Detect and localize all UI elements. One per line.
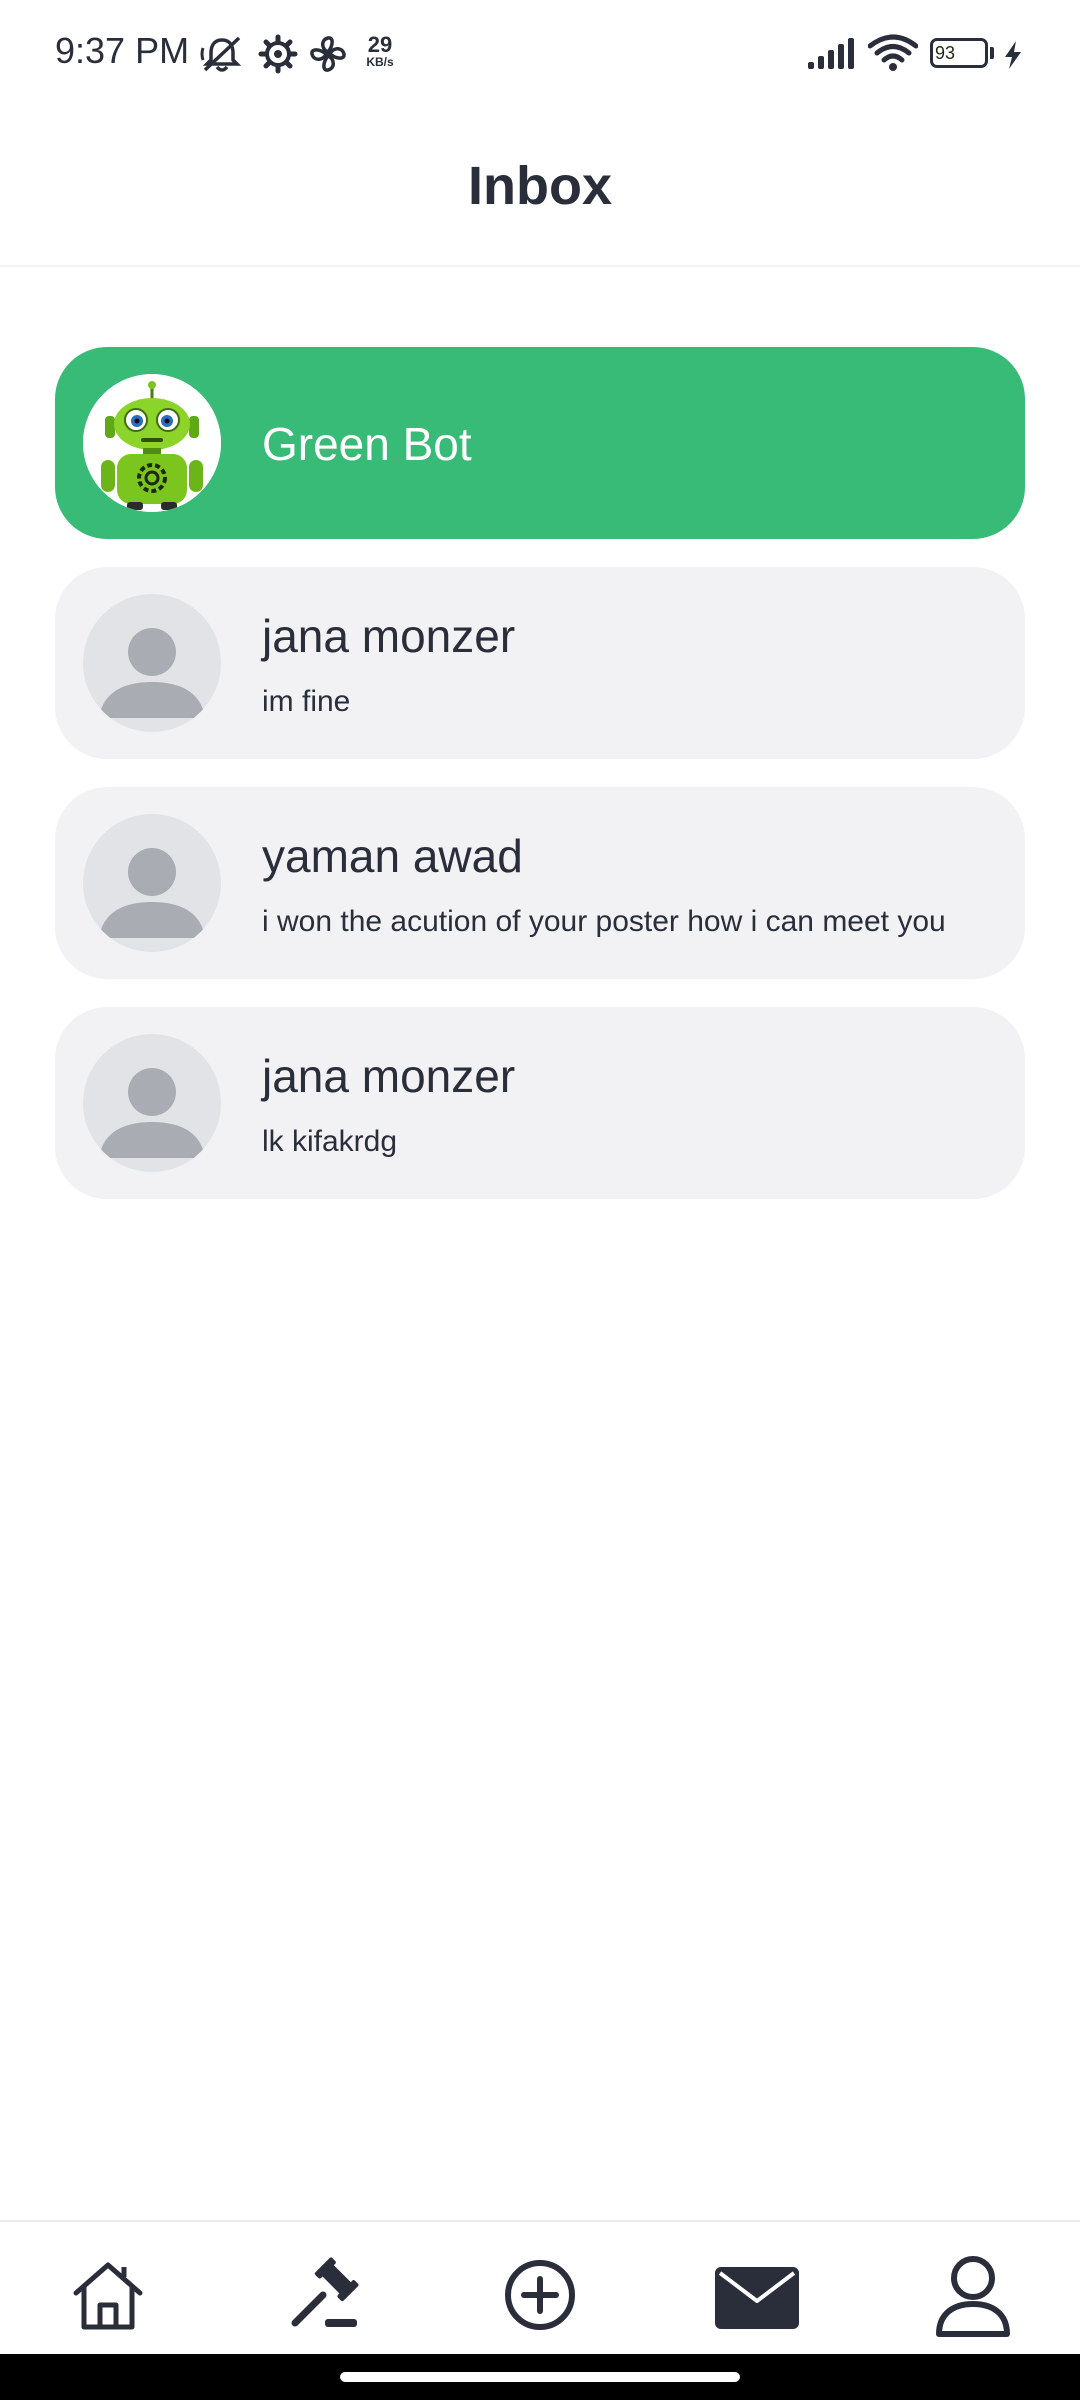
charging-icon [1002,40,1024,75]
add-circle-icon [505,2260,575,2330]
fan-icon [308,34,348,79]
network-speed: 29 KB/s [360,32,400,69]
battery-nub [990,47,994,59]
signal-icon [806,36,856,75]
person-avatar [83,1034,221,1172]
chat-name: Green Bot [262,418,472,470]
home-icon [73,2262,143,2330]
nav-add[interactable] [495,2250,585,2340]
chat-item[interactable]: jana monzer im fine [55,567,1025,759]
chat-item[interactable]: yaman awad i won the acution of your pos… [55,787,1025,979]
home-gesture-bar[interactable] [340,2372,740,2382]
chat-preview: im fine [262,685,351,718]
nav-inbox[interactable] [712,2250,802,2340]
mail-icon [715,2267,799,2329]
gavel-icon [291,2257,359,2327]
robot-avatar [83,374,221,512]
chat-name: yaman awad [262,830,523,882]
chat-name: jana monzer [262,610,516,662]
chat-name: jana monzer [262,1050,516,1102]
chat-item[interactable]: jana monzer lk kifakrdg [55,1007,1025,1199]
chat-item-green-bot[interactable]: Green Bot [55,347,1025,539]
mute-icon [200,34,244,79]
nav-home[interactable] [63,2250,153,2340]
nav-auction[interactable] [280,2250,370,2340]
status-bar: 9:37 PM 29 KB/s 93 [0,0,1080,110]
speed-value: 29 [367,32,393,57]
speed-unit: KB/s [366,55,394,69]
person-avatar [83,814,221,952]
status-time: 9:37 PM [55,30,190,71]
settings-icon [258,34,298,79]
gesture-area [0,2354,1080,2400]
nav-profile[interactable] [928,2250,1018,2340]
wifi-icon [867,34,919,77]
profile-icon [936,2256,1010,2337]
person-avatar [83,594,221,732]
header: Inbox [0,110,1080,267]
chat-preview: lk kifakrdg [262,1125,398,1158]
bottom-nav [0,2220,1080,2356]
battery-icon: 93 [930,38,988,68]
chat-list: Green Bot jana monzer im fine yaman awad… [55,347,1025,1227]
chat-preview: i won the acution of your poster how i c… [262,905,946,938]
page-title: Inbox [468,156,612,216]
